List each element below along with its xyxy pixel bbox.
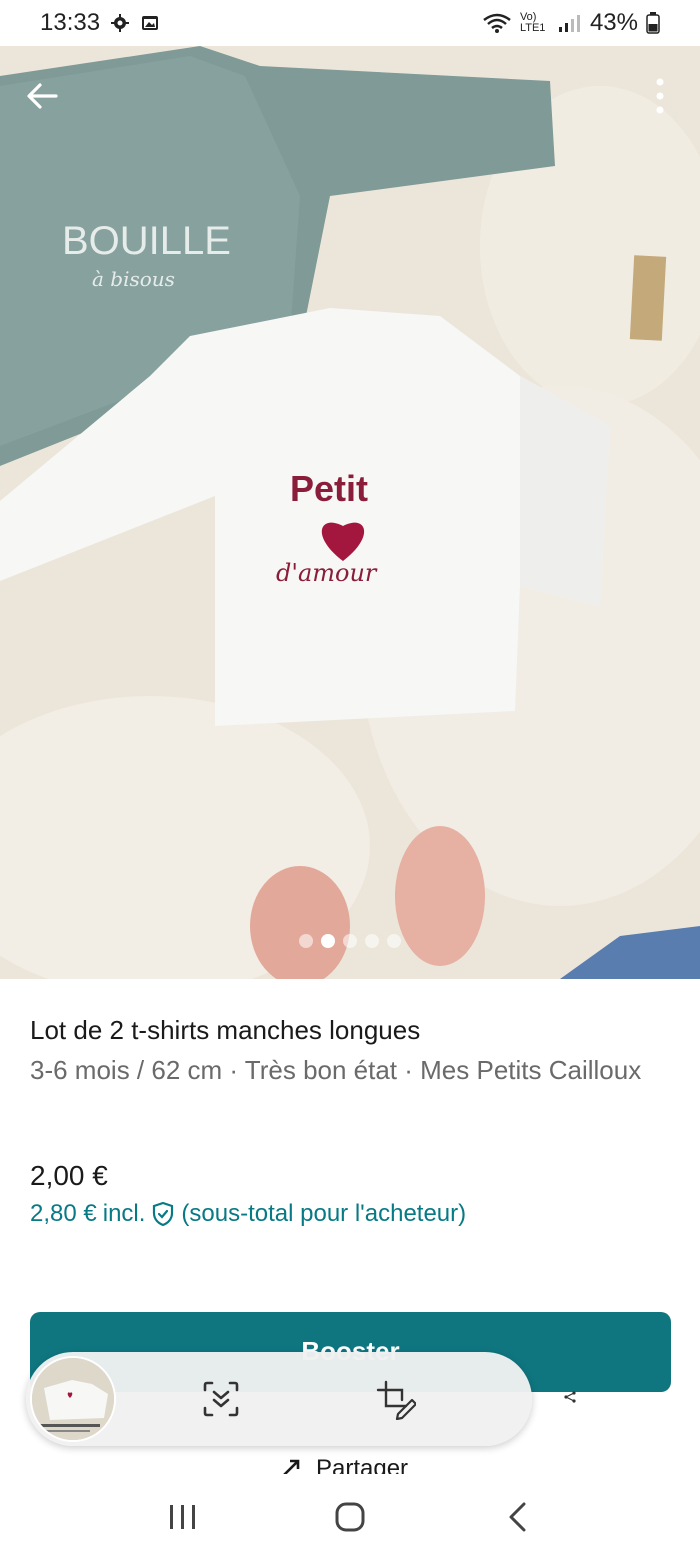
buyer-price-incl: incl.	[102, 1200, 146, 1227]
thumbnail-image	[32, 1358, 114, 1440]
pagination-dot[interactable]	[365, 934, 379, 948]
more-vertical-icon[interactable]	[650, 76, 670, 116]
battery-icon	[646, 12, 660, 34]
recent-apps-button[interactable]	[163, 1497, 203, 1537]
shield-check-icon	[153, 1201, 174, 1227]
image-icon	[142, 16, 159, 30]
listing-meta: 3-6 mois / 62 cm · Très bon état · Mes P…	[30, 1055, 642, 1085]
buyer-price-note: (sous-total pour l'acheteur)	[181, 1200, 467, 1227]
listing-price: 2,00 €	[30, 1160, 108, 1191]
wifi-icon	[483, 13, 511, 33]
front-shirt-subtext: d'amour	[276, 559, 378, 587]
status-bar: 13:33 Vo) LTE1 43%	[0, 0, 700, 46]
product-photo[interactable]: BOUILLE à bisous Petit d'amour	[0, 46, 700, 979]
back-chevron-icon	[509, 1502, 526, 1531]
battery-percent: 43%	[589, 9, 638, 36]
buyer-price-amount: 2,80 €	[30, 1200, 97, 1227]
recent-apps-icon	[170, 1504, 196, 1529]
share-label: Partager	[316, 1458, 409, 1474]
pagination-dot[interactable]	[343, 934, 357, 948]
pagination-dot[interactable]	[387, 934, 401, 948]
pagination-dot-active[interactable]	[321, 934, 335, 948]
back-button[interactable]	[497, 1497, 537, 1537]
back-arrow-icon[interactable]	[22, 76, 62, 116]
photo-pagination	[0, 934, 700, 948]
buyer-price[interactable]: 2,80 € incl. (sous-total pour l'acheteur…	[30, 1200, 466, 1228]
crop-edit-icon[interactable]	[376, 1380, 416, 1420]
share-icon	[283, 1459, 300, 1474]
front-shirt-text: Petit	[290, 468, 368, 509]
share-row[interactable]: Partager	[278, 1458, 408, 1474]
network-type: Vo) LTE1	[519, 11, 546, 34]
home-button[interactable]	[330, 1497, 370, 1537]
listing-title: Lot de 2 t-shirts manches longues	[30, 1015, 421, 1045]
pagination-dot[interactable]	[299, 934, 313, 948]
listing-info: Lot de 2 t-shirts manches longues 3-6 mo…	[30, 1010, 670, 1090]
screenshot-thumbnail[interactable]	[30, 1356, 116, 1442]
system-nav-bar	[0, 1474, 700, 1559]
scroll-capture-icon[interactable]	[202, 1380, 240, 1418]
status-time: 13:33	[40, 9, 101, 36]
signal-icon	[558, 15, 580, 32]
home-icon	[335, 1502, 365, 1531]
photo-illustration: BOUILLE à bisous Petit d'amour	[0, 46, 700, 979]
back-shirt-subtext: à bisous	[92, 267, 175, 291]
screenshot-toolbar	[26, 1352, 532, 1446]
gear-icon	[111, 14, 130, 32]
back-shirt-text: BOUILLE	[62, 219, 231, 263]
share-icon[interactable]	[563, 1390, 577, 1404]
